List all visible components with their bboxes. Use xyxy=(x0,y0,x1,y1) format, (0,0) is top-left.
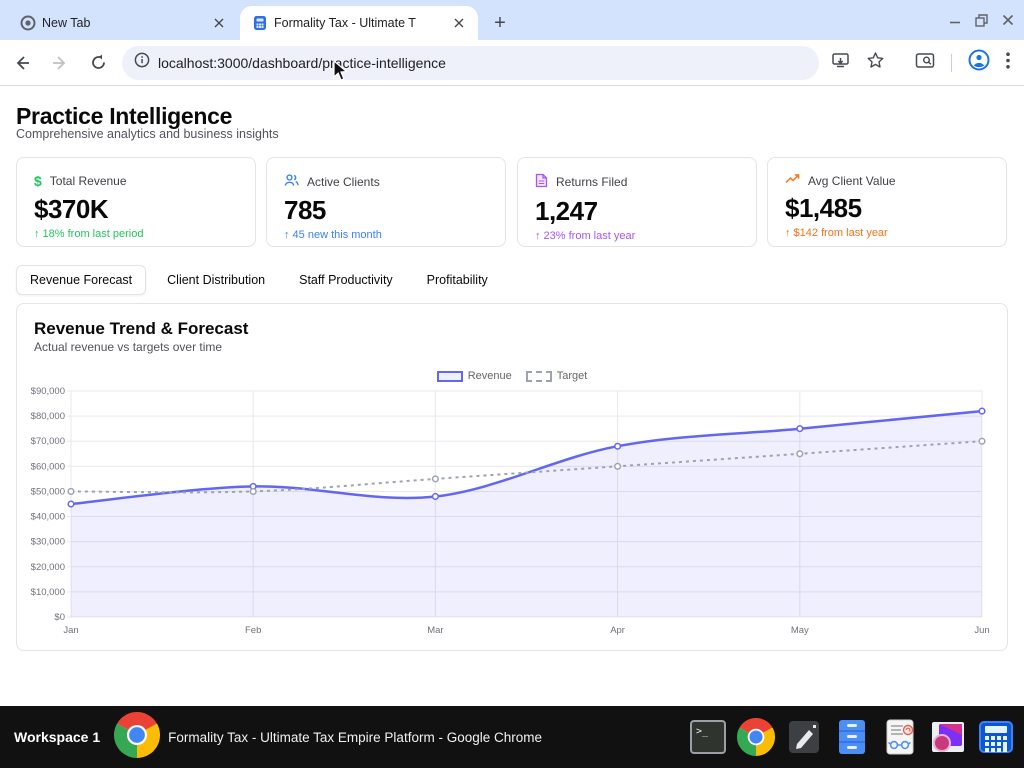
stat-delta: ↑ 23% from last year xyxy=(535,230,739,242)
document-viewer-icon[interactable] xyxy=(880,717,920,757)
svg-text:May: May xyxy=(791,625,809,636)
svg-text:Apr: Apr xyxy=(610,625,625,636)
svg-text:Feb: Feb xyxy=(245,625,261,636)
svg-text:$80,000: $80,000 xyxy=(31,411,65,422)
svg-text:$50,000: $50,000 xyxy=(31,486,65,497)
toolbar-separator xyxy=(951,54,952,72)
stat-card-avg-client-value: Avg Client Value $1,485 ↑ $142 from last… xyxy=(767,157,1007,247)
stat-label: Returns Filed xyxy=(556,175,627,189)
workspace-label[interactable]: Workspace 1 xyxy=(14,729,100,745)
chart-subtitle: Actual revenue vs targets over time xyxy=(34,340,222,354)
chart-title: Revenue Trend & Forecast xyxy=(34,319,248,339)
stat-delta: ↑ 18% from last period xyxy=(34,228,238,240)
svg-text:$30,000: $30,000 xyxy=(31,537,65,548)
stat-card-returns-filed: Returns Filed 1,247 ↑ 23% from last year xyxy=(517,157,757,247)
forward-button[interactable] xyxy=(44,47,76,79)
stat-label: Total Revenue xyxy=(50,174,127,188)
page-title: Practice Intelligence xyxy=(16,103,232,130)
taskbar-window-title[interactable]: Formality Tax - Ultimate Tax Empire Plat… xyxy=(168,730,688,745)
tab-title: Formality Tax - Ultimate T xyxy=(274,16,444,30)
tab-profitability[interactable]: Profitability xyxy=(414,266,501,294)
window-controls xyxy=(949,0,1014,40)
stat-value: 785 xyxy=(284,195,488,226)
browser-tab-new-tab[interactable]: New Tab xyxy=(8,6,238,40)
browser-tab-formality-tax[interactable]: Formality Tax - Ultimate T xyxy=(240,6,478,40)
stat-delta: ↑ 45 new this month xyxy=(284,229,488,241)
browser-toolbar: localhost:3000/dashboard/practice-intell… xyxy=(0,40,1024,86)
profile-avatar-icon[interactable] xyxy=(968,49,990,76)
browser-tabstrip: New Tab Formality Tax - Ultimate T + xyxy=(0,0,1024,40)
restore-button[interactable] xyxy=(975,14,988,27)
stat-card-active-clients: Active Clients 785 ↑ 45 new this month xyxy=(266,157,506,247)
stat-delta: ↑ $142 from last year xyxy=(785,227,989,239)
svg-text:>_: >_ xyxy=(696,726,709,737)
svg-text:$40,000: $40,000 xyxy=(31,512,65,523)
tab-client-distribution[interactable]: Client Distribution xyxy=(154,266,278,294)
page-content: Practice Intelligence Comprehensive anal… xyxy=(0,87,1024,706)
install-app-icon[interactable] xyxy=(831,51,850,75)
chrome-logo-icon[interactable] xyxy=(114,712,160,763)
taskbar: Workspace 1 Formality Tax - Ultimate Tax… xyxy=(0,706,1024,768)
new-tab-button[interactable]: + xyxy=(486,9,514,37)
legend-target: Target xyxy=(526,370,588,382)
toolbar-actions xyxy=(831,49,1010,76)
page-subtitle: Comprehensive analytics and business ins… xyxy=(16,127,279,141)
svg-text:$20,000: $20,000 xyxy=(31,562,65,573)
target-swatch-icon xyxy=(526,371,552,382)
back-button[interactable] xyxy=(6,47,38,79)
revenue-trend-chart: $0 $10,000 $20,000 $30,000 $40,000 $50,000 $60… xyxy=(17,383,1007,647)
calculator-favicon-icon xyxy=(252,15,268,31)
bookmark-star-icon[interactable] xyxy=(866,51,885,75)
chrome-icon[interactable] xyxy=(736,717,776,757)
svg-text:Jan: Jan xyxy=(63,625,78,636)
dashboard-tabs: Revenue Forecast Client Distribution Sta… xyxy=(16,265,501,295)
svg-text:Mar: Mar xyxy=(427,625,443,636)
stat-value: $1,485 xyxy=(785,193,989,224)
tab-title: New Tab xyxy=(42,16,204,30)
users-icon xyxy=(284,173,299,190)
chrome-favicon-icon xyxy=(20,15,36,31)
chart-legend: Revenue Target xyxy=(17,370,1007,382)
tab-close-icon[interactable] xyxy=(210,14,228,32)
svg-text:$60,000: $60,000 xyxy=(31,461,65,472)
file-cabinet-icon[interactable] xyxy=(832,717,872,757)
close-button[interactable] xyxy=(1002,14,1014,26)
revenue-swatch-icon xyxy=(437,371,463,382)
legend-revenue: Revenue xyxy=(437,370,512,382)
svg-text:Jun: Jun xyxy=(974,625,989,636)
url-bar[interactable]: localhost:3000/dashboard/practice-intell… xyxy=(122,46,819,80)
site-info-icon[interactable] xyxy=(134,52,150,73)
minimize-button[interactable] xyxy=(949,14,961,26)
screen: New Tab Formality Tax - Ultimate T + xyxy=(0,0,1024,768)
chart-svg: $0 $10,000 $20,000 $30,000 $40,000 $50,000 $60… xyxy=(17,383,1007,647)
stat-label: Active Clients xyxy=(307,175,380,189)
revenue-chart-card: Revenue Trend & Forecast Actual revenue … xyxy=(16,303,1008,651)
url-text: localhost:3000/dashboard/practice-intell… xyxy=(158,55,446,71)
stat-value: 1,247 xyxy=(535,196,739,227)
terminal-icon[interactable]: >_ xyxy=(688,717,728,757)
taskbar-tray: >_ xyxy=(688,717,1016,757)
tab-staff-productivity[interactable]: Staff Productivity xyxy=(286,266,406,294)
stat-value: $370K xyxy=(34,194,238,225)
trend-up-icon xyxy=(785,173,800,188)
svg-text:$70,000: $70,000 xyxy=(31,436,65,447)
text-editor-icon[interactable] xyxy=(784,717,824,757)
svg-text:$90,000: $90,000 xyxy=(31,386,65,397)
svg-text:$10,000: $10,000 xyxy=(31,587,65,598)
menu-kebab-icon[interactable] xyxy=(1006,52,1010,74)
stat-label: Avg Client Value xyxy=(808,174,896,188)
file-icon xyxy=(535,173,548,191)
dollar-icon: $ xyxy=(34,173,42,189)
reload-button[interactable] xyxy=(82,47,114,79)
tab-revenue-forecast[interactable]: Revenue Forecast xyxy=(16,265,146,295)
search-tabs-icon[interactable] xyxy=(915,51,935,75)
stat-card-total-revenue: $ Total Revenue $370K ↑ 18% from last per… xyxy=(16,157,256,247)
image-viewer-icon[interactable] xyxy=(928,717,968,757)
tab-close-icon[interactable] xyxy=(450,14,468,32)
calculator-icon[interactable] xyxy=(976,717,1016,757)
svg-text:$0: $0 xyxy=(54,612,65,623)
